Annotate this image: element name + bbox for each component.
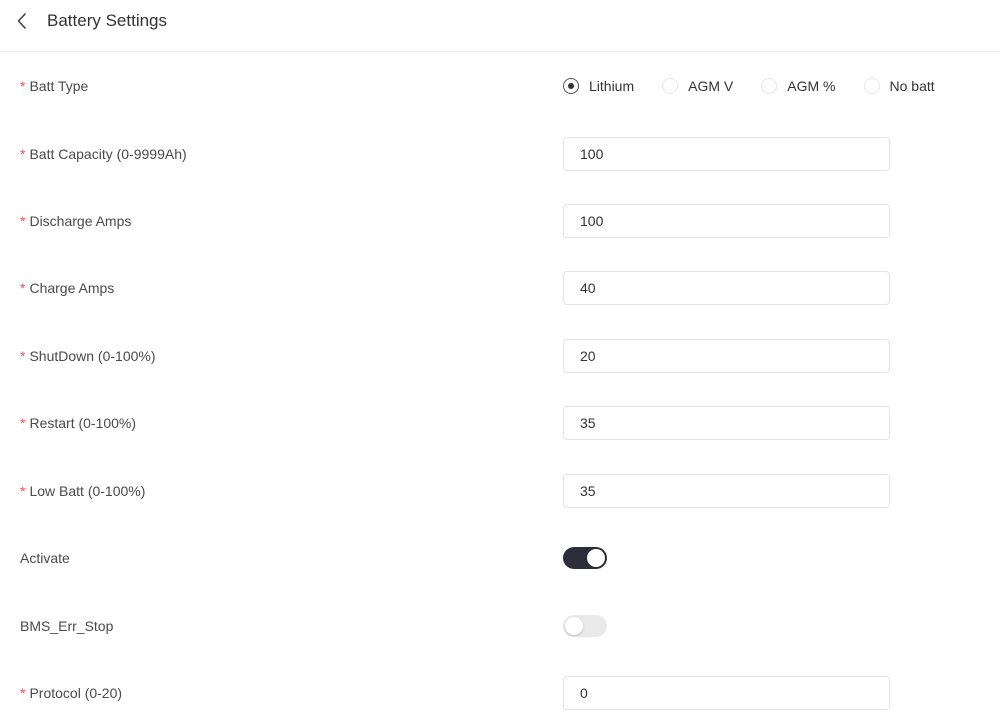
- radio-lithium[interactable]: Lithium: [563, 78, 634, 94]
- required-marker: *: [20, 415, 26, 431]
- discharge-amps-input-box: [563, 204, 890, 238]
- switch-knob: [565, 617, 583, 635]
- low-batt-input[interactable]: [564, 475, 889, 507]
- discharge-amps-input[interactable]: [564, 205, 889, 237]
- required-marker: *: [20, 483, 26, 499]
- activate-label: Activate: [20, 550, 70, 566]
- protocol-row: * Protocol (0-20): [0, 673, 1000, 713]
- bms-err-stop-row: BMS_Err_Stop: [0, 606, 1000, 646]
- batt-capacity-row: * Batt Capacity (0-9999Ah): [0, 134, 1000, 174]
- protocol-label: * Protocol (0-20): [20, 685, 123, 701]
- bms-err-stop-switch[interactable]: [563, 615, 607, 637]
- charge-amps-input[interactable]: [564, 272, 889, 304]
- radio-no-batt[interactable]: No batt: [863, 78, 935, 94]
- discharge-amps-row: * Discharge Amps: [0, 201, 1000, 241]
- restart-label: * Restart (0-100%): [20, 415, 137, 431]
- protocol-input[interactable]: [564, 677, 889, 709]
- low-batt-label: * Low Batt (0-100%): [20, 483, 146, 499]
- restart-input[interactable]: [564, 407, 889, 439]
- charge-amps-input-box: [563, 271, 890, 305]
- charge-amps-row: * Charge Amps: [0, 268, 1000, 308]
- radio-agm-percent[interactable]: AGM %: [761, 78, 836, 94]
- batt-capacity-input-box: [563, 137, 890, 171]
- low-batt-input-box: [563, 474, 890, 508]
- shutdown-row: * ShutDown (0-100%): [0, 336, 1000, 376]
- chevron-left-icon[interactable]: [12, 10, 34, 32]
- batt-type-label: * Batt Type: [20, 78, 89, 94]
- batt-type-row: * Batt Type Lithium AGM V AGM % No batt: [0, 66, 1000, 106]
- radio-circle[interactable]: [662, 78, 679, 94]
- radio-agm-v[interactable]: AGM V: [662, 78, 733, 94]
- shutdown-input[interactable]: [564, 340, 889, 372]
- back-button[interactable]: [12, 10, 34, 32]
- batt-type-radio-group: Lithium AGM V AGM % No batt: [563, 66, 935, 106]
- page-title: Battery Settings: [47, 11, 168, 30]
- batt-capacity-label: * Batt Capacity (0-9999Ah): [20, 146, 187, 162]
- restart-row: * Restart (0-100%): [0, 403, 1000, 443]
- radio-circle[interactable]: [563, 78, 579, 94]
- radio-circle[interactable]: [761, 78, 778, 94]
- discharge-amps-label: * Discharge Amps: [20, 213, 132, 229]
- restart-input-box: [563, 406, 890, 440]
- activate-row: Activate: [0, 538, 1000, 578]
- activate-switch[interactable]: [563, 547, 607, 569]
- required-marker: *: [20, 348, 26, 364]
- protocol-input-box: [563, 676, 890, 710]
- required-marker: *: [20, 146, 26, 162]
- shutdown-input-box: [563, 339, 890, 373]
- required-marker: *: [20, 78, 26, 94]
- charge-amps-label: * Charge Amps: [20, 280, 115, 296]
- required-marker: *: [20, 685, 26, 701]
- low-batt-row: * Low Batt (0-100%): [0, 471, 1000, 511]
- required-marker: *: [20, 280, 26, 296]
- batt-capacity-input[interactable]: [564, 138, 889, 170]
- radio-circle[interactable]: [863, 78, 880, 94]
- bms-err-stop-label: BMS_Err_Stop: [20, 618, 114, 634]
- required-marker: *: [20, 213, 26, 229]
- page-header: Battery Settings: [0, 0, 1000, 52]
- shutdown-label: * ShutDown (0-100%): [20, 348, 156, 364]
- switch-knob: [587, 549, 605, 567]
